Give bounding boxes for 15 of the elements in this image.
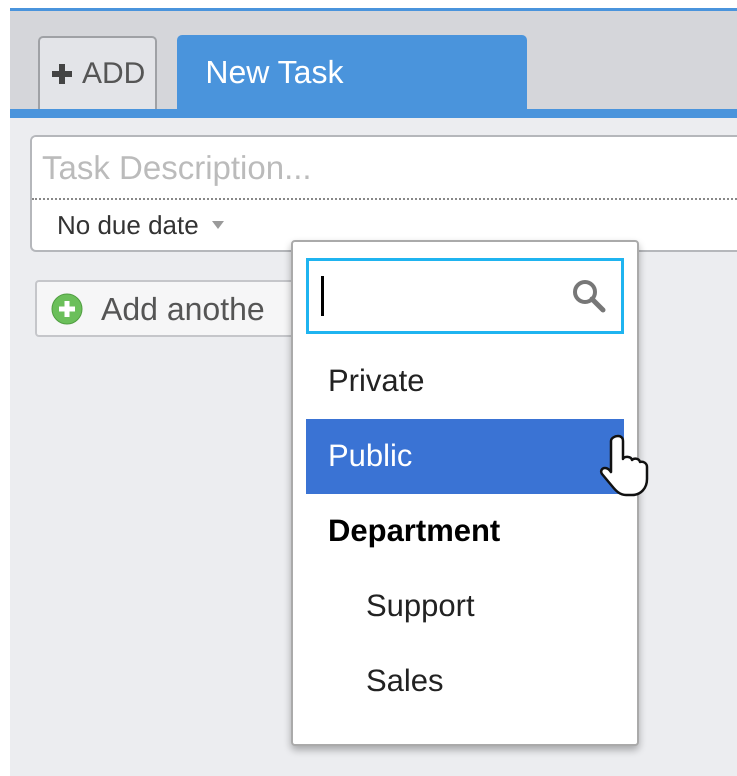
dropdown-option[interactable]: Private bbox=[306, 344, 624, 419]
add-tab[interactable]: ADD bbox=[38, 36, 158, 109]
due-date-label[interactable]: No due date bbox=[57, 206, 199, 244]
dropdown-option[interactable]: Sales bbox=[306, 644, 624, 719]
search-icon bbox=[571, 278, 607, 314]
task-field[interactable]: Task Description... No due date bbox=[30, 135, 737, 252]
group-label: Department bbox=[327, 512, 502, 550]
dropdown-option[interactable]: Support bbox=[306, 569, 624, 644]
plus-circle-icon bbox=[51, 292, 83, 324]
plus-icon bbox=[50, 62, 74, 86]
search-field[interactable] bbox=[306, 258, 624, 334]
caret-icon bbox=[210, 220, 225, 230]
dropdown-option[interactable]: Public bbox=[306, 419, 624, 494]
task-description-field[interactable]: Task Description... bbox=[32, 137, 737, 200]
text-cursor-icon bbox=[321, 276, 324, 316]
